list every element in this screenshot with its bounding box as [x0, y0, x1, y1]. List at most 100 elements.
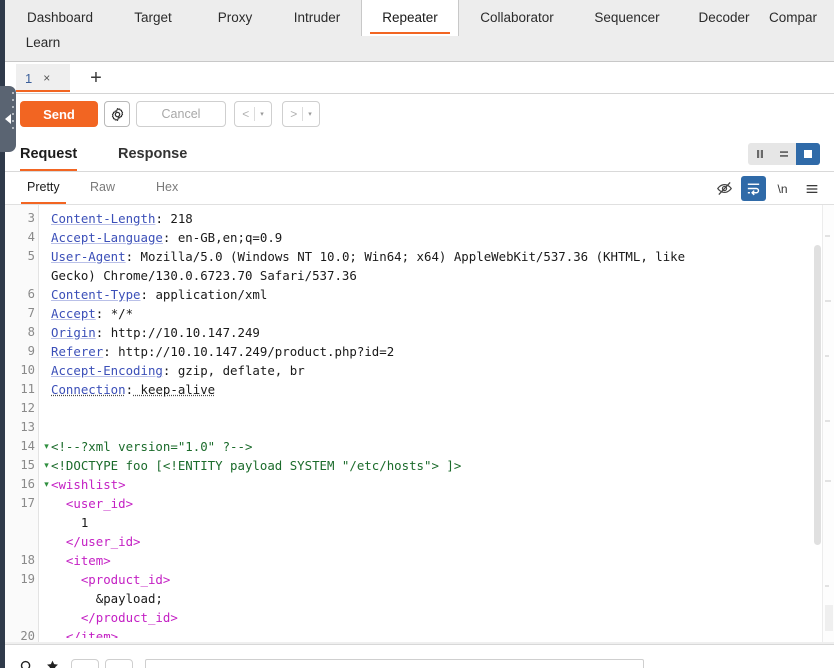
fold-marker-icon[interactable]: ▾ — [42, 480, 51, 489]
code-line[interactable]: <item> — [51, 551, 807, 570]
suite-tab-bar: Dashboard Target Proxy Intruder Repeater… — [5, 0, 834, 62]
line-number: 7 — [27, 306, 35, 320]
next-request-button[interactable]: > ▾ — [282, 101, 320, 127]
send-button[interactable]: Send — [20, 101, 98, 127]
editor-minimap[interactable] — [822, 205, 834, 644]
code-line[interactable] — [51, 399, 807, 418]
code-fold-strip[interactable] — [40, 205, 51, 644]
suite-tab-label: Decoder — [698, 10, 750, 25]
line-number: 18 — [20, 553, 35, 567]
search-icon[interactable] — [19, 659, 34, 668]
tab-label: Pretty — [27, 180, 60, 194]
code-line[interactable]: Referer: http://10.10.147.249/product.ph… — [51, 342, 807, 361]
newline-icon: \n — [777, 181, 788, 196]
code-line[interactable]: <wishlist> — [51, 475, 807, 494]
line-number: 19 — [20, 572, 35, 586]
tab-pretty[interactable]: Pretty — [21, 172, 66, 204]
code-line[interactable]: Content-Length: 218 — [51, 209, 807, 228]
panel-collapse-handle[interactable] — [0, 86, 16, 152]
code-line[interactable]: Accept-Encoding: gzip, deflate, br — [51, 361, 807, 380]
word-wrap-icon — [747, 183, 760, 196]
vertical-split-icon — [757, 150, 763, 158]
tab-label: Hex — [156, 180, 179, 194]
vertical-split-layout-button[interactable] — [748, 143, 772, 165]
single-pane-layout-button[interactable] — [796, 143, 820, 165]
editor-menu-button[interactable] — [799, 176, 824, 201]
add-repeater-tab-button[interactable]: + — [83, 65, 109, 91]
code-line[interactable]: Content-Type: application/xml — [51, 285, 807, 304]
line-number: 3 — [27, 211, 35, 225]
repeater-tab-number: 1 — [25, 70, 33, 86]
line-number: 10 — [20, 363, 35, 377]
code-line[interactable]: <!DOCTYPE foo [<!ENTITY payload SYSTEM "… — [51, 456, 807, 475]
chevron-left-icon — [5, 114, 11, 124]
suite-tab-proxy[interactable]: Proxy — [197, 0, 273, 36]
divider — [302, 107, 304, 121]
line-number: 8 — [27, 325, 35, 339]
code-line[interactable]: <user_id> — [51, 494, 807, 513]
suite-tab-target[interactable]: Target — [109, 0, 197, 36]
editor-icon-group: \n — [712, 176, 824, 201]
send-options-button[interactable] — [104, 101, 130, 127]
request-code[interactable]: Content-Length: 218 Accept-Language: en-G… — [51, 205, 807, 644]
tab-label: Request — [20, 146, 78, 162]
code-line[interactable]: Accept-Language: en-GB,en;q=0.9 — [51, 228, 807, 247]
request-editor[interactable]: 345678910111213141516171819202122 ▾▾▾▾ C… — [5, 205, 834, 644]
suite-tab-collaborator[interactable]: Collaborator — [459, 0, 575, 36]
chevron-down-icon: ▾ — [260, 111, 264, 118]
burp-repeater-window: Dashboard Target Proxy Intruder Repeater… — [0, 0, 834, 668]
tab-raw[interactable]: Raw — [90, 172, 115, 204]
code-line[interactable]: <product_id> — [51, 570, 807, 589]
code-line[interactable]: Gecko) Chrome/130.0.6723.70 Safari/537.3… — [51, 266, 807, 285]
tab-hex[interactable]: Hex — [156, 172, 178, 204]
code-line[interactable]: 1 — [51, 513, 807, 532]
suite-tab-decoder[interactable]: Decoder — [679, 0, 769, 36]
code-line[interactable]: Accept: */* — [51, 304, 807, 323]
suite-tab-learn[interactable]: Learn — [11, 26, 75, 60]
fold-marker-icon[interactable]: ▾ — [42, 442, 51, 451]
code-line[interactable]: &payload; — [51, 589, 807, 608]
line-number: 15 — [20, 458, 35, 472]
search-prev-button[interactable] — [71, 659, 99, 668]
tab-request[interactable]: Request — [20, 138, 78, 171]
cancel-button[interactable]: Cancel — [136, 101, 226, 127]
suite-tab-sequencer[interactable]: Sequencer — [575, 0, 679, 36]
search-next-button[interactable] — [105, 659, 133, 668]
line-number: 6 — [27, 287, 35, 301]
code-line[interactable]: </user_id> — [51, 532, 807, 551]
previous-request-button[interactable]: < ▾ — [234, 101, 272, 127]
newline-button[interactable]: \n — [770, 176, 795, 201]
vertical-scrollbar-thumb[interactable] — [814, 245, 821, 545]
suite-tab-label: Compar — [769, 10, 818, 25]
line-number: 4 — [27, 230, 35, 244]
hide-eye-button[interactable] — [712, 176, 737, 201]
suite-tab-repeater[interactable]: Repeater — [361, 0, 459, 36]
code-line[interactable]: <!--?xml version="1.0" ?--> — [51, 437, 807, 456]
repeater-tab-strip: 1 × + — [5, 62, 834, 94]
search-input[interactable] — [145, 659, 644, 668]
repeater-tab-1[interactable]: 1 × — [16, 64, 70, 92]
close-icon[interactable]: × — [43, 71, 50, 85]
horizontal-split-layout-button[interactable] — [772, 143, 796, 165]
code-line[interactable]: </product_id> — [51, 608, 807, 627]
code-line[interactable]: Origin: http://10.10.147.249 — [51, 323, 807, 342]
suite-tab-intruder[interactable]: Intruder — [273, 0, 361, 36]
divider — [254, 107, 256, 121]
line-number: 13 — [20, 420, 35, 434]
hide-eye-icon — [717, 182, 732, 195]
highlight-icon[interactable] — [45, 659, 60, 668]
suite-tab-comparer[interactable]: Compar — [769, 0, 834, 36]
word-wrap-button[interactable] — [741, 176, 766, 201]
menu-icon — [806, 184, 817, 193]
suite-tab-label: Collaborator — [480, 10, 554, 25]
view-mode-bar: Pretty Raw Hex \n — [5, 172, 834, 205]
code-line[interactable]: User-Agent: Mozilla/5.0 (Windows NT 10.0… — [51, 247, 807, 266]
tab-response[interactable]: Response — [118, 138, 187, 171]
line-number: 14 — [20, 439, 35, 453]
code-line[interactable]: Connection: keep-alive — [51, 380, 807, 399]
line-number: 5 — [27, 249, 35, 263]
code-line[interactable] — [51, 418, 807, 437]
fold-marker-icon[interactable]: ▾ — [42, 461, 51, 470]
tab-label: Raw — [90, 180, 116, 194]
search-footer — [5, 644, 834, 668]
